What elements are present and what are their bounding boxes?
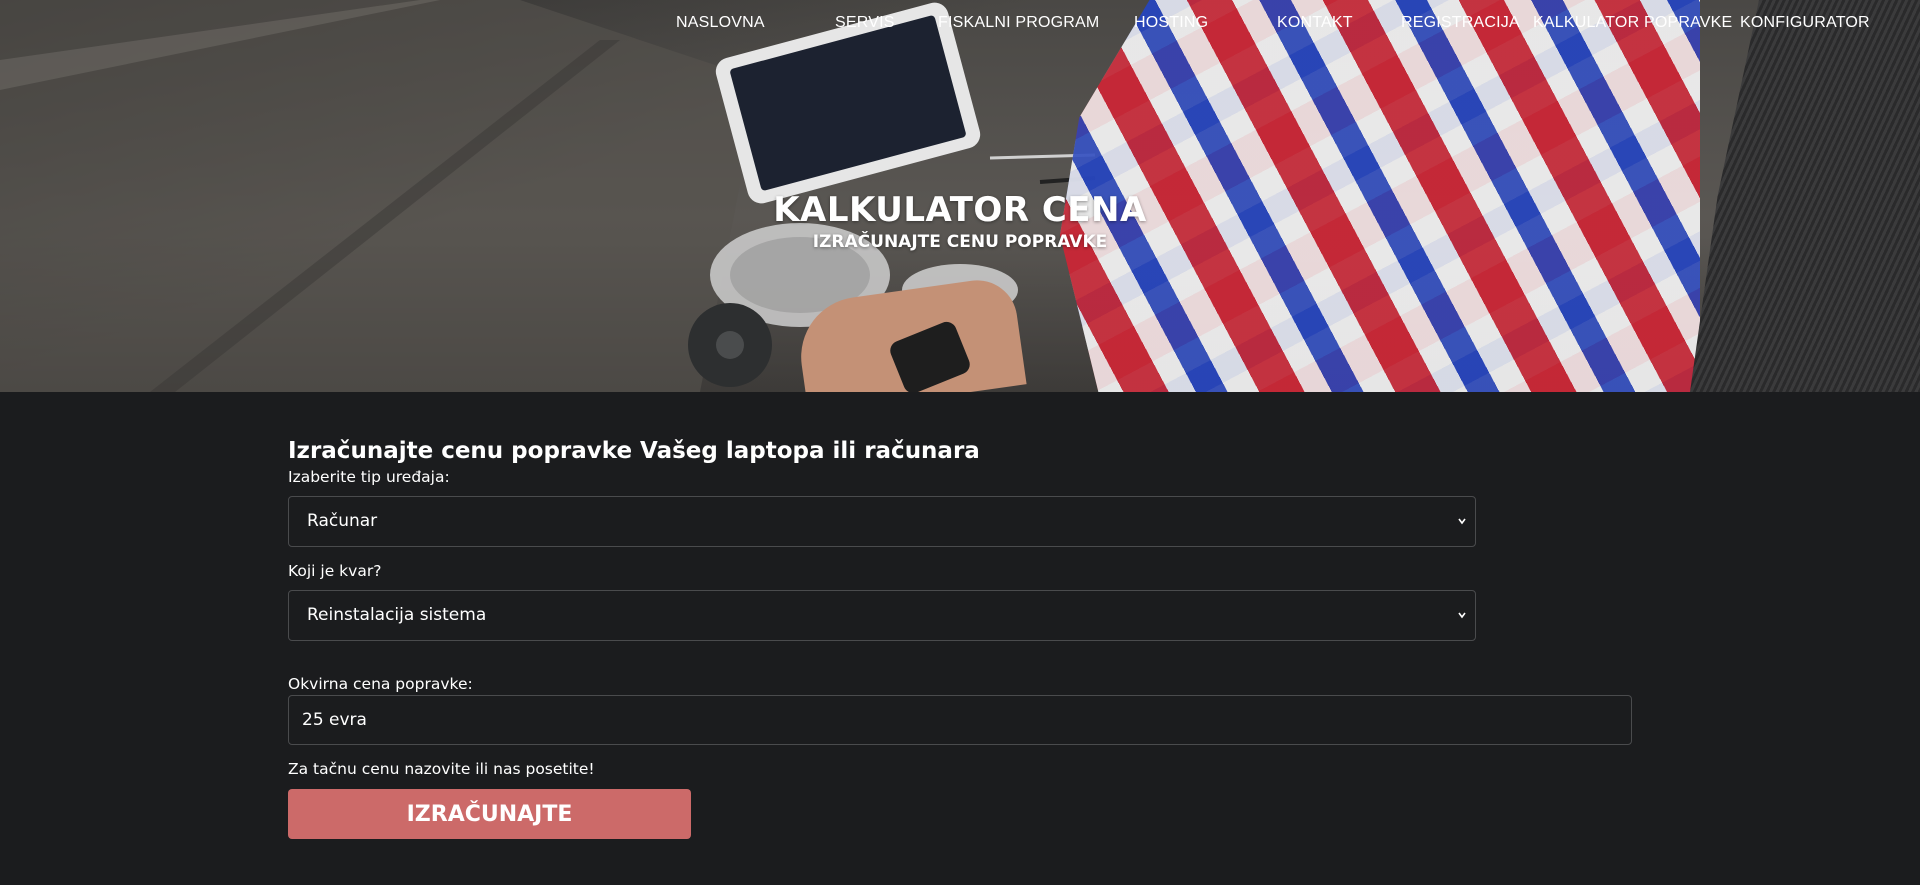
main-navigation: NASLOVNA SERVIS FISKALNI PROGRAM HOSTING… — [0, 0, 1920, 46]
fault-type-label: Koji je kvar? — [288, 562, 382, 580]
device-type-select[interactable]: Računar — [288, 496, 1476, 547]
calculate-button[interactable]: IZRAČUNAJTE — [288, 789, 691, 839]
nav-item-hosting[interactable]: HOSTING — [1134, 14, 1208, 32]
nav-item-fiskalni-program[interactable]: FISKALNI PROGRAM — [938, 14, 1099, 32]
estimated-price-field[interactable]: 25 evra — [288, 695, 1632, 745]
hero-banner: NASLOVNA SERVIS FISKALNI PROGRAM HOSTING… — [0, 0, 1920, 392]
nav-item-kalkulator-popravke[interactable]: KALKULATOR POPRAVKE — [1533, 14, 1732, 32]
nav-item-kontakt[interactable]: KONTAKT — [1277, 14, 1353, 32]
device-type-label: Izaberite tip uređaja: — [288, 468, 450, 486]
fault-type-value: Reinstalacija sistema — [307, 605, 487, 625]
hero-subtitle: IZRAČUNAJTE CENU POPRAVKE — [812, 232, 1108, 252]
nav-item-registracija[interactable]: REGISTRACIJA — [1401, 14, 1520, 32]
estimated-price-label: Okvirna cena popravke: — [288, 675, 473, 693]
exact-price-note: Za tačnu cenu nazovite ili nas posetite! — [288, 760, 595, 778]
calculator-heading: Izračunajte cenu popravke Vašeg laptopa … — [288, 438, 980, 464]
hero-title: KALKULATOR CENA — [773, 190, 1147, 230]
chevron-down-icon — [1457, 497, 1467, 567]
nav-item-konfigurator[interactable]: KONFIGURATOR — [1740, 14, 1870, 32]
nav-item-naslovna[interactable]: NASLOVNA — [676, 14, 765, 32]
device-type-value: Računar — [307, 511, 378, 531]
fault-type-select[interactable]: Reinstalacija sistema — [288, 590, 1476, 641]
nav-item-servis[interactable]: SERVIS — [835, 14, 895, 32]
chevron-down-icon — [1457, 591, 1467, 661]
